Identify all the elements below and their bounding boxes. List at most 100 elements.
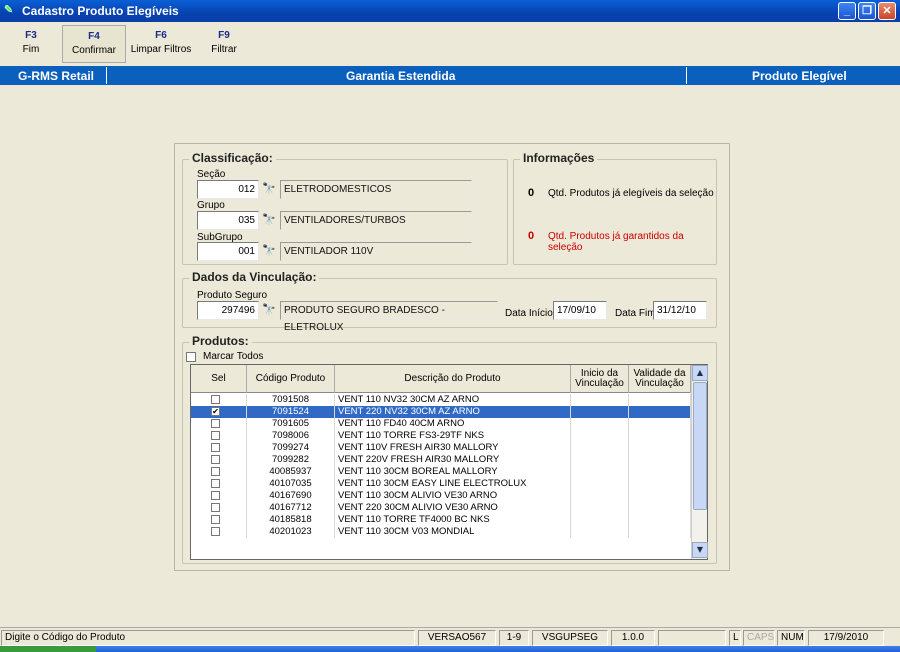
validade-cell xyxy=(629,478,691,490)
maximize-button[interactable]: ❐ xyxy=(858,2,876,20)
descricao-cell: VENT 110 NV32 30CM AZ ARNO xyxy=(335,394,571,406)
codigo-cell: 40167712 xyxy=(247,502,335,514)
validade-cell xyxy=(629,502,691,514)
table-row[interactable]: 7098006 VENT 110 TORRE FS3-29TF NKS xyxy=(191,430,691,442)
codigo-cell: 40167690 xyxy=(247,490,335,502)
col-codigo[interactable]: Código Produto xyxy=(247,365,335,393)
marcar-todos-checkbox[interactable] xyxy=(186,352,196,362)
unchecked-checkbox[interactable] xyxy=(211,491,220,500)
vinculacao-group: Dados da Vinculação: Produto Seguro 2974… xyxy=(182,270,717,333)
table-row[interactable]: 7099282 VENT 220V FRESH AIR30 MALLORY xyxy=(191,454,691,466)
validade-cell xyxy=(629,526,691,538)
data-inicio-input[interactable]: 17/09/10 xyxy=(553,301,607,320)
start-button[interactable] xyxy=(0,646,96,652)
secao-code-input[interactable]: 012 xyxy=(197,180,259,199)
secao-search-icon[interactable]: 🔭 xyxy=(260,180,278,198)
grupo-search-icon[interactable]: 🔭 xyxy=(260,211,278,229)
status-version: VERSAO567 xyxy=(418,630,496,646)
unchecked-checkbox[interactable] xyxy=(211,503,220,512)
table-row[interactable]: 7091508 VENT 110 NV32 30CM AZ ARNO xyxy=(191,394,691,406)
data-fim-input[interactable]: 31/12/10 xyxy=(653,301,707,320)
informacoes-group: Informações 0 Qtd. Produtos já elegíveis… xyxy=(513,151,717,265)
filtrar-button[interactable]: F9 Filtrar xyxy=(200,25,248,63)
subgrupo-code-input[interactable]: 001 xyxy=(197,242,259,261)
fim-key: F3 xyxy=(25,30,37,41)
confirmar-button[interactable]: F4 Confirmar xyxy=(62,25,126,63)
table-row[interactable]: 40185818 VENT 110 TORRE TF4000 BC NKS xyxy=(191,514,691,526)
col-descricao[interactable]: Descrição do Produto xyxy=(335,365,571,393)
unchecked-checkbox[interactable] xyxy=(211,479,220,488)
header-separator xyxy=(106,67,107,84)
table-row[interactable]: 7099274 VENT 110V FRESH AIR30 MALLORY xyxy=(191,442,691,454)
table-row[interactable]: 40201023 VENT 110 30CM V03 MONDIAL xyxy=(191,526,691,538)
validade-cell xyxy=(629,406,691,418)
table-row[interactable]: 40167690 VENT 110 30CM ALIVIO VE30 ARNO xyxy=(191,490,691,502)
grupo-desc-field: VENTILADORES/TURBOS xyxy=(280,211,472,230)
grupo-label: Grupo xyxy=(197,200,225,211)
col-inicio[interactable]: Inicio da Vinculação xyxy=(571,365,629,393)
unchecked-checkbox[interactable] xyxy=(211,443,220,452)
inicio-cell xyxy=(571,502,629,514)
scroll-down-icon[interactable]: ▼ xyxy=(692,542,708,558)
unchecked-checkbox[interactable] xyxy=(211,467,220,476)
main-panel: Classificação: Seção 012 🔭 ELETRODOMESTI… xyxy=(174,143,730,571)
codigo-cell: 40107035 xyxy=(247,478,335,490)
col-validade[interactable]: Validade da Vinculação xyxy=(629,365,691,393)
table-row[interactable]: 40167712 VENT 220 30CM ALIVIO VE30 ARNO xyxy=(191,502,691,514)
data-fim-value: 31/12/10 xyxy=(657,305,696,316)
sel-cell xyxy=(191,454,247,466)
informacoes-legend: Informações xyxy=(520,151,598,165)
checked-checkbox[interactable]: ✔ xyxy=(211,407,220,416)
table-row[interactable]: 7091605 VENT 110 FD40 40CM ARNO xyxy=(191,418,691,430)
status-date: 17/9/2010 xyxy=(808,630,884,646)
inicio-cell xyxy=(571,454,629,466)
table-row[interactable]: 40085937 VENT 110 30CM BOREAL MALLORY xyxy=(191,466,691,478)
table-row[interactable]: ✔ 7091524 VENT 220 NV32 30CM AZ ARNO xyxy=(191,406,691,418)
data-inicio-value: 17/09/10 xyxy=(557,305,596,316)
confirmar-key: F4 xyxy=(88,31,100,42)
descricao-cell: VENT 110 30CM BOREAL MALLORY xyxy=(335,466,571,478)
codigo-cell: 7091508 xyxy=(247,394,335,406)
limpar-filtros-button[interactable]: F6 Limpar Filtros xyxy=(130,25,192,63)
header-app: G-RMS Retail xyxy=(18,69,95,83)
unchecked-checkbox[interactable] xyxy=(211,515,220,524)
unchecked-checkbox[interactable] xyxy=(211,419,220,428)
unchecked-checkbox[interactable] xyxy=(211,395,220,404)
produto-seguro-label: Produto Seguro xyxy=(197,290,268,301)
produto-seguro-search-icon[interactable]: 🔭 xyxy=(260,301,278,319)
validade-cell xyxy=(629,454,691,466)
minimize-button[interactable]: _ xyxy=(838,2,856,20)
window-title: Cadastro Produto Elegíveis xyxy=(22,4,179,18)
grupo-code-value: 035 xyxy=(238,215,255,226)
codigo-cell: 40185818 xyxy=(247,514,335,526)
grid-scrollbar[interactable]: ▲ ▼ xyxy=(691,365,708,559)
unchecked-checkbox[interactable] xyxy=(211,527,220,536)
close-button[interactable]: ✕ xyxy=(878,2,896,20)
descricao-cell: VENT 110V FRESH AIR30 MALLORY xyxy=(335,442,571,454)
fim-button[interactable]: F3 Fim xyxy=(8,25,54,63)
status-message: Digite o Código do Produto xyxy=(1,630,415,646)
subgrupo-desc-field: VENTILADOR 110V xyxy=(280,242,472,261)
descricao-cell: VENT 110 TORRE FS3-29TF NKS xyxy=(335,430,571,442)
inicio-cell xyxy=(571,394,629,406)
scroll-up-icon[interactable]: ▲ xyxy=(692,365,708,381)
data-inicio-label: Data Início xyxy=(505,308,553,319)
unchecked-checkbox[interactable] xyxy=(211,455,220,464)
unchecked-checkbox[interactable] xyxy=(211,431,220,440)
subgrupo-search-icon[interactable]: 🔭 xyxy=(260,242,278,260)
produto-seguro-code-input[interactable]: 297496 xyxy=(197,301,259,320)
grupo-code-input[interactable]: 035 xyxy=(197,211,259,230)
secao-desc-field: ELETRODOMESTICOS xyxy=(280,180,472,199)
filtrar-key: F9 xyxy=(218,30,230,41)
secao-code-value: 012 xyxy=(238,184,255,195)
table-row[interactable]: 40107035 VENT 110 30CM EASY LINE ELECTROL… xyxy=(191,478,691,490)
codigo-cell: 7099282 xyxy=(247,454,335,466)
codigo-cell: 7099274 xyxy=(247,442,335,454)
status-caps: CAPS xyxy=(743,630,775,646)
title-bar: ✎ Cadastro Produto Elegíveis _ ❐ ✕ xyxy=(0,0,900,22)
scroll-thumb[interactable] xyxy=(693,382,707,510)
col-sel[interactable]: Sel xyxy=(191,365,247,393)
descricao-cell: VENT 110 30CM ALIVIO VE30 ARNO xyxy=(335,490,571,502)
garantidos-count: 0 xyxy=(528,230,535,242)
sel-cell xyxy=(191,526,247,538)
